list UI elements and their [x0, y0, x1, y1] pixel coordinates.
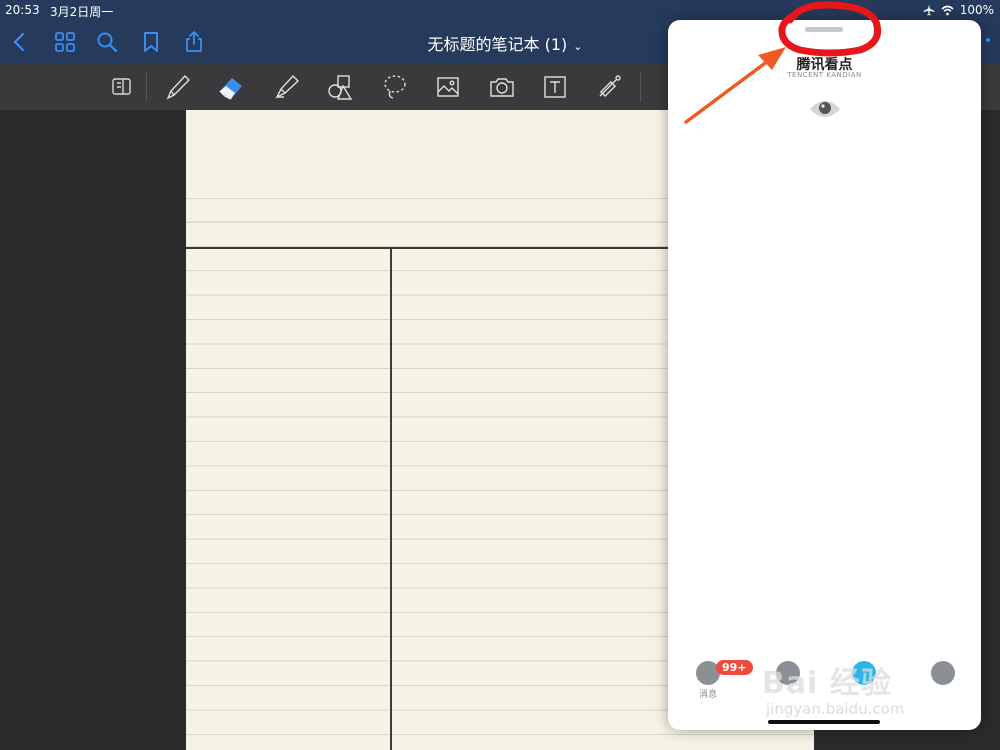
watermark-url: jingyan.baidu.com	[766, 700, 905, 718]
tool-separator	[640, 72, 641, 102]
text-icon[interactable]	[540, 72, 570, 102]
shapes-icon[interactable]	[325, 72, 355, 102]
lasso-icon[interactable]	[380, 72, 410, 102]
cornell-vertical-line	[390, 247, 392, 750]
image-icon[interactable]	[433, 72, 463, 102]
tool-separator	[146, 72, 147, 102]
app-subtitle: TENCENT KANDIAN	[787, 71, 862, 79]
status-time: 20:53	[5, 3, 40, 17]
more-icon	[931, 661, 955, 685]
tab-label: 消息	[698, 690, 717, 700]
camera-icon[interactable]	[487, 72, 517, 102]
baidu-watermark: Bai 经验	[762, 666, 892, 701]
page-view-icon[interactable]	[106, 72, 136, 102]
highlighter-icon[interactable]	[272, 72, 302, 102]
home-indicator	[768, 720, 880, 724]
battery-percent: 100%	[959, 3, 994, 17]
status-right: 100%	[923, 3, 994, 17]
notebook-title-text: 无标题的笔记本 (1)	[427, 35, 568, 54]
eraser-icon[interactable]	[216, 72, 246, 102]
slide-over-panel[interactable]: 腾讯看点 TENCENT KANDIAN 消息 99+	[668, 20, 981, 730]
airplane-icon	[923, 4, 935, 16]
chevron-down-icon: ⌄	[573, 40, 583, 53]
status-bar: 20:53 3月2日周一 100%	[0, 0, 1000, 20]
unread-badge: 99+	[716, 660, 753, 675]
hidden-toolbar-dot	[986, 38, 990, 42]
status-date: 3月2日周一	[50, 5, 114, 19]
tab-more[interactable]	[923, 661, 963, 705]
eye-logo-icon	[810, 101, 840, 117]
pen-icon[interactable]	[163, 72, 193, 102]
laser-pointer-icon[interactable]	[594, 72, 624, 102]
slide-over-grabber-handle[interactable]	[805, 27, 843, 32]
wifi-icon	[941, 5, 954, 15]
